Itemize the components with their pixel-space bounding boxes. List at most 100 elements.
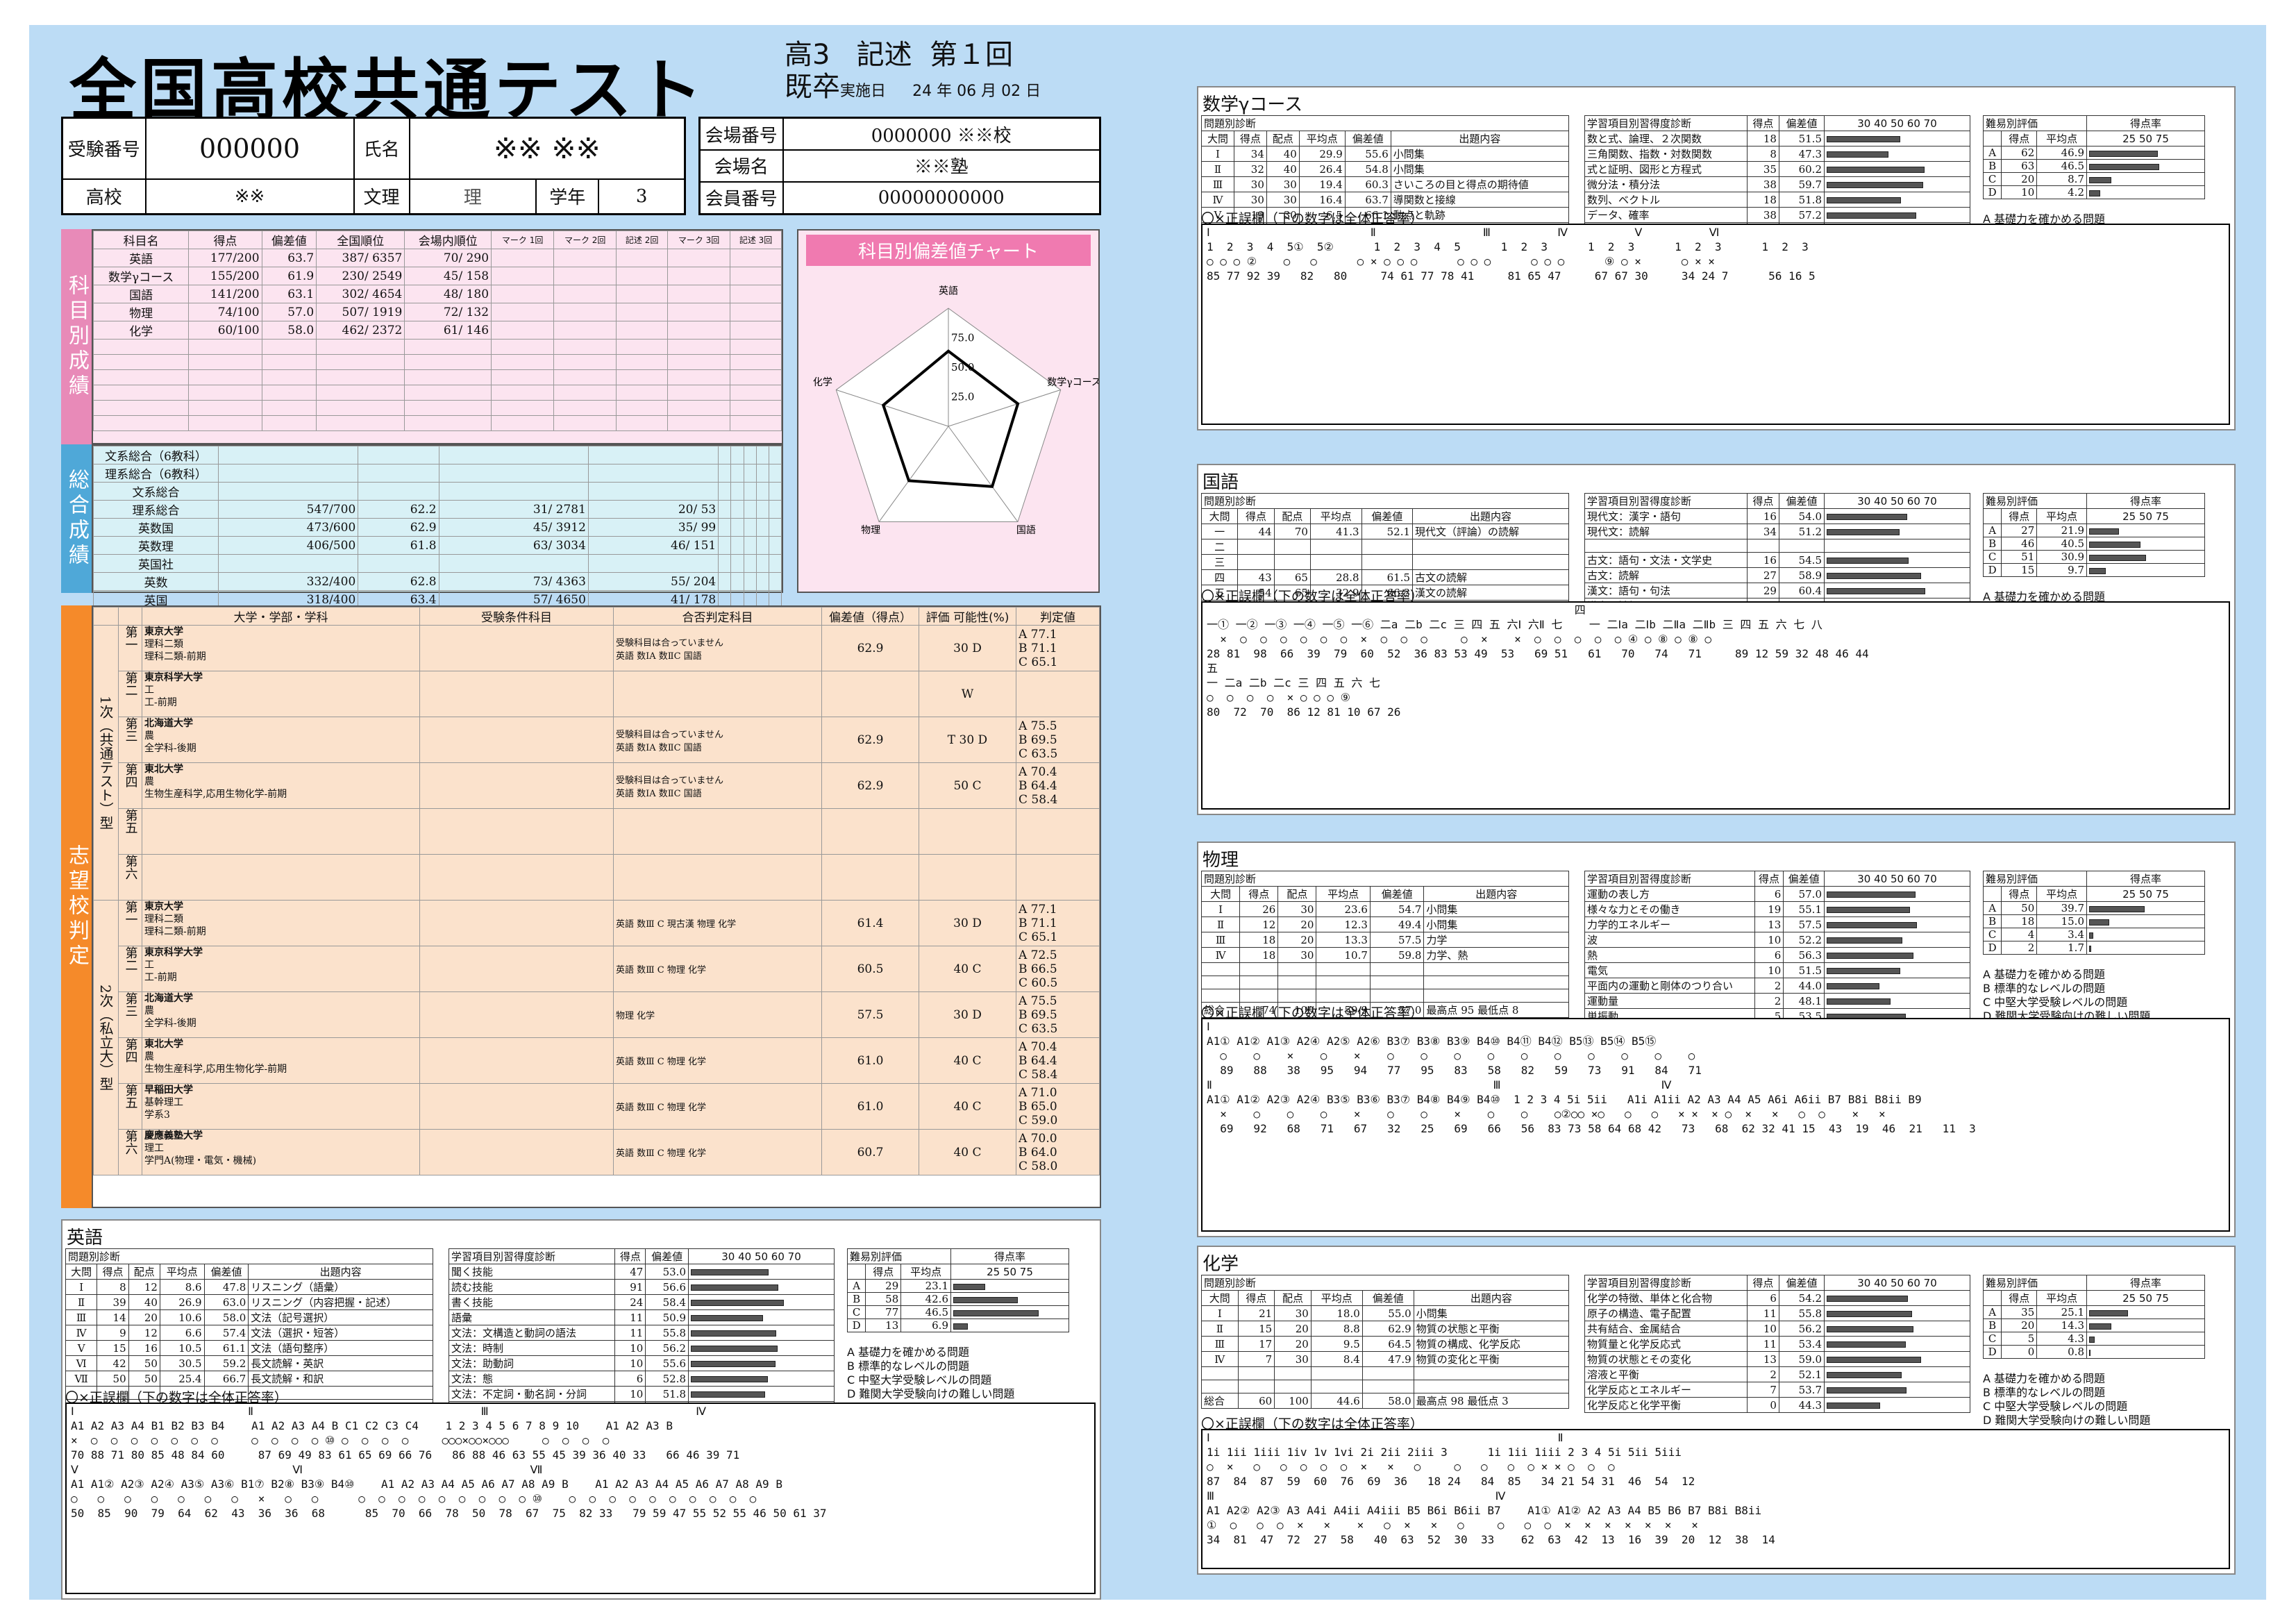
header-row: 科目名 得点 偏差値 全国順位 会場内順位 マーク 1回 マーク 2回 記述 2回 マーク 3回… — [92, 231, 782, 249]
item-score: 10 — [1746, 1321, 1779, 1337]
header-row: 学習項目別習得度診断 得点 偏差値 30 40 50 60 70 — [1584, 1275, 1970, 1291]
university-cell — [142, 808, 420, 855]
table-cell: 55.6 — [1344, 146, 1391, 162]
item-deviation: 51.8 — [1778, 192, 1825, 208]
deviation-bar — [1827, 1357, 1921, 1363]
table-cell — [1413, 1366, 1570, 1380]
table-cell: 63.0 — [203, 1294, 249, 1310]
table-cell — [491, 385, 555, 401]
table-cell — [743, 500, 757, 519]
table-cell — [1361, 539, 1414, 555]
table-cell: 63 — [2001, 159, 2038, 173]
university-name: 東京大学 — [144, 901, 183, 912]
university-name: 東京科学大学 — [144, 672, 203, 683]
table-row: 英数理 406/500 61.8 63/ 3034 46/ 151 — [93, 536, 782, 555]
table-cell — [730, 385, 782, 401]
header-row: 問題別診断 — [1201, 115, 1569, 131]
item-name: 現代文：漢字・語句 — [1584, 508, 1748, 524]
table-cell: Ⅵ — [65, 1355, 98, 1371]
column-header: 得点 — [614, 1248, 646, 1264]
judge-subject-list: 英語 数ⅠA 数ⅡC 国語 — [616, 742, 702, 753]
judgment-row: 第五 早稲田大学 基幹理工 学系3 英語 数Ⅲ C 物理 化学 61.0 40 CA 71.… — [94, 1083, 1100, 1130]
table-cell — [667, 400, 731, 416]
rate-bar — [953, 1309, 1039, 1316]
name-label: 氏名 — [353, 117, 410, 180]
table-row: 文系総合（6教科） — [93, 446, 782, 464]
column-header: 平均点 — [1309, 508, 1362, 524]
table-row: 物理 74/100 57.0 507/ 1919 72/ 132 — [92, 303, 782, 321]
table-row: 化学反応と化学平衡 0 44.3 — [1584, 1397, 1970, 1413]
column-header: 偏差値 — [1778, 1275, 1825, 1291]
table-cell: 26.9 — [159, 1294, 205, 1310]
table-cell: 英語 — [92, 249, 190, 267]
choice-rank: 第三 — [118, 717, 142, 763]
table-cell — [261, 354, 317, 370]
answer-line: ① ○ ○ ○ × × × ○ × × ○ ○ ○ ○ × × × × × × … — [1207, 1518, 1698, 1532]
university-name: 東京大学 — [144, 626, 183, 637]
table-row: 聞く技能 47 53.0 — [448, 1264, 835, 1280]
item-bar-cell — [1824, 901, 1970, 917]
table-cell: 数学γコース — [92, 267, 190, 285]
deviation-value: 62.9 — [821, 625, 919, 671]
item-bar-cell — [1824, 146, 1970, 162]
column-header: 配点 — [1274, 1290, 1312, 1306]
item-bar-cell — [1824, 161, 1970, 177]
subject-title: 物理 — [1203, 850, 1239, 871]
table-cell: 現代文（評論）の読解 — [1412, 524, 1569, 539]
table-cell: 20/ 53 — [587, 500, 719, 519]
university-cell: 東北大学農生物生産科学,応用生物化学-前期 — [142, 1037, 420, 1084]
item-bar-cell — [1824, 1321, 1970, 1337]
table-cell: 9.7 — [2036, 563, 2087, 577]
table-cell: 文法（語句整序） — [248, 1340, 433, 1356]
item-deviation: 55.6 — [645, 1355, 689, 1371]
probability — [919, 808, 1016, 855]
item-deviation: 50.9 — [645, 1309, 689, 1325]
table-row: Ⅱ 15 20 8.8 62.9 物質の状態と平衡 — [1201, 1321, 1570, 1337]
table-cell: Ⅰ — [1200, 901, 1241, 917]
item-deviation: 58.4 — [645, 1294, 689, 1310]
deviation-bar — [1827, 937, 1902, 944]
item-score: 6 — [1754, 947, 1784, 963]
table-cell: C — [1982, 550, 2002, 564]
table-cell — [616, 354, 669, 370]
table-cell: 10 — [2001, 185, 2038, 199]
table-cell — [768, 482, 782, 501]
table-cell: 30 — [1277, 947, 1317, 963]
table-cell — [616, 369, 669, 385]
table-cell: 化学 — [92, 321, 190, 340]
rate-bar-cell — [2086, 1319, 2205, 1332]
judge-subjects: 受験科目は合っていません 英語 数ⅠA 数ⅡC 国語 — [613, 625, 822, 671]
judge-subjects: 英語 数Ⅲ C 物理 化学 — [613, 1037, 822, 1084]
deviation-bar — [1827, 167, 1925, 173]
column-header: 得点 — [865, 1264, 902, 1280]
item-bar-cell — [688, 1371, 835, 1387]
difficulty-legend: A 基礎力を確かめる問題B 標準的なレベルの問題C 中堅大学受験レベルの問題D … — [847, 1346, 1014, 1401]
table-cell: 20 — [1274, 1321, 1312, 1337]
table-cell — [1277, 962, 1317, 976]
school-label: 高校 — [61, 178, 146, 215]
item-deviation: 47.3 — [1778, 146, 1825, 162]
column-header: 得点 — [1239, 886, 1279, 902]
rate-scale: 25 50 75 — [2086, 886, 2205, 902]
table-row — [1200, 962, 1569, 976]
item-name: 数と式、論理、２次関数 — [1584, 131, 1748, 147]
item-name: 電気 — [1584, 962, 1755, 978]
column-header: 大問 — [1201, 1290, 1239, 1306]
judge-value: A 75.5 — [1019, 994, 1057, 1008]
venue-label: 会場名 — [698, 149, 784, 183]
table-cell — [261, 415, 317, 431]
column-header: 偏差値 — [1344, 131, 1391, 147]
table-cell: リスニング（語彙） — [248, 1279, 433, 1295]
university-cell: 東京科学大学工工-前期 — [142, 946, 420, 992]
legend-item: C 中堅大学受験レベルの問題 — [1983, 1400, 2128, 1413]
item-deviation: 52.2 — [1783, 932, 1825, 948]
university-cell: 早稲田大学 基幹理工 学系3 — [142, 1083, 420, 1130]
table-row: 波 10 52.2 — [1584, 932, 1970, 948]
item-deviation: 57.2 — [1778, 207, 1825, 223]
item-name: 波 — [1584, 932, 1755, 948]
table-cell — [188, 339, 262, 355]
table-cell: 小問集 — [1423, 901, 1569, 917]
column-header — [846, 1264, 866, 1280]
probability: 50 C — [919, 762, 1016, 809]
table-cell — [587, 464, 719, 483]
